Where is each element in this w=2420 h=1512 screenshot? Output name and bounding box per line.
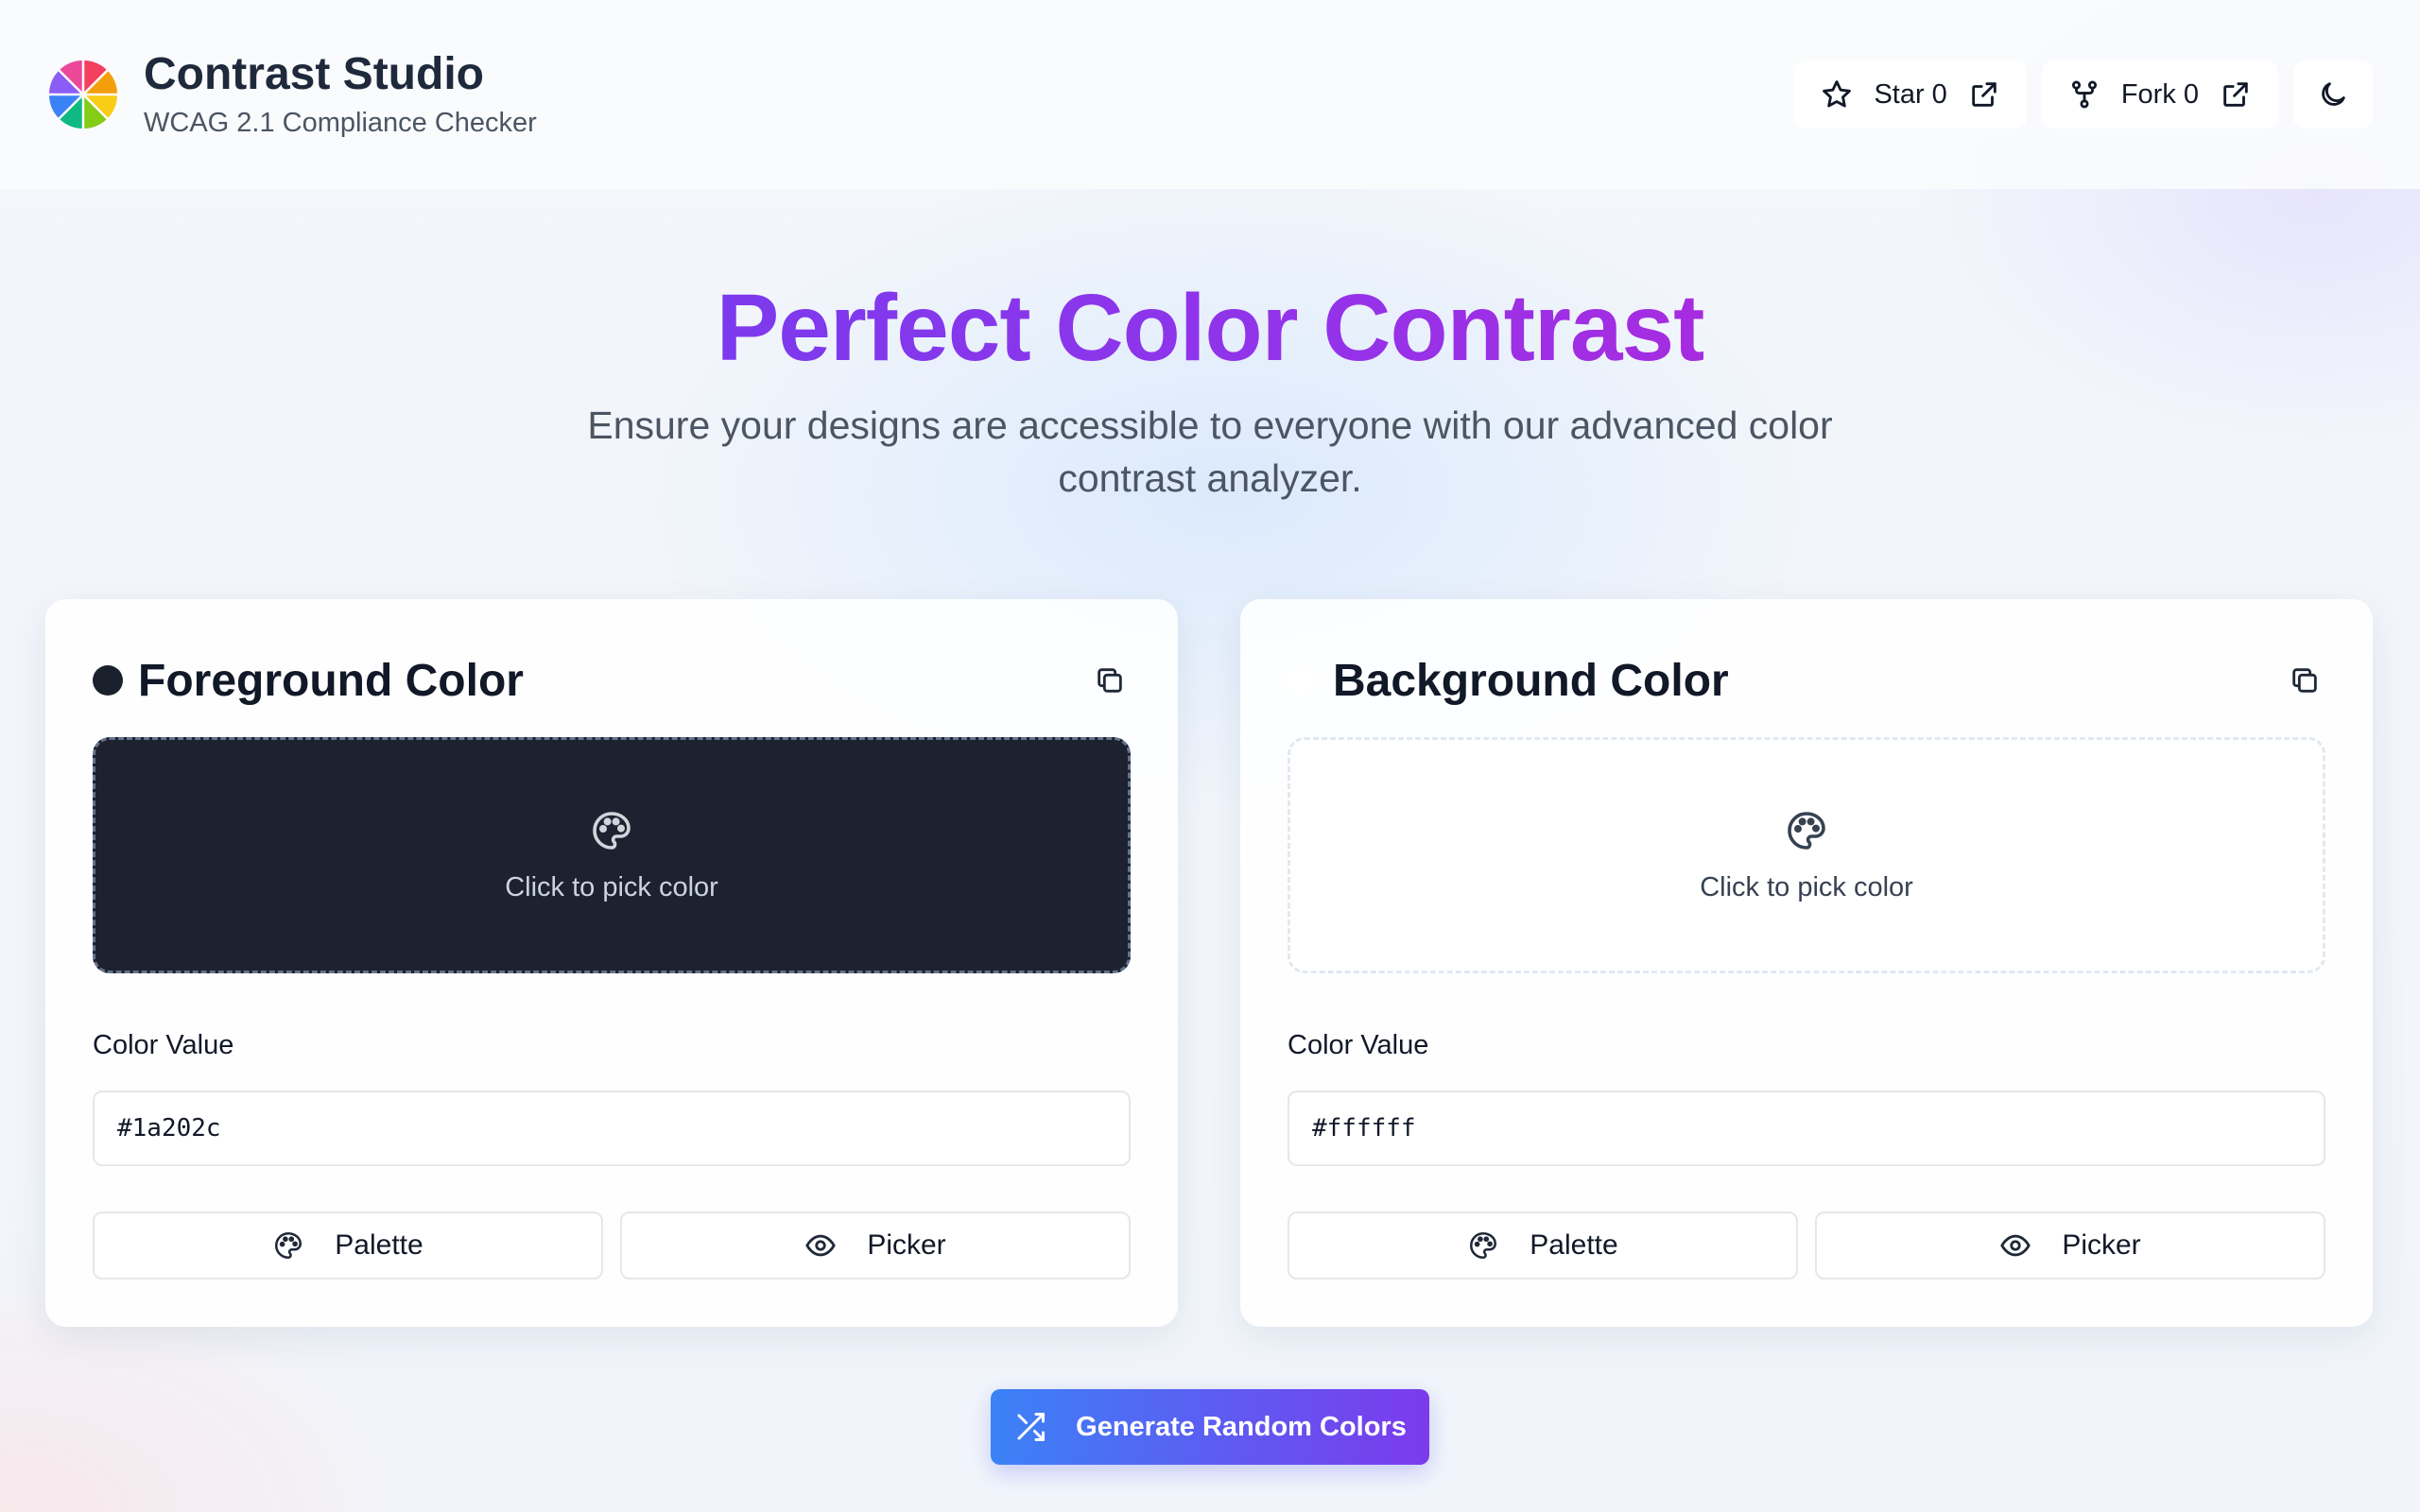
foreground-title: Foreground Color <box>138 655 524 706</box>
copy-foreground-button[interactable] <box>1089 660 1131 701</box>
app-subtitle: WCAG 2.1 Compliance Checker <box>144 107 537 138</box>
hero-subtitle: Ensure your designs are accessible to ev… <box>587 404 1833 500</box>
generate-random-colors-button[interactable]: Generate Random Colors <box>991 1389 1429 1465</box>
swatch-hint: Click to pick color <box>505 871 718 902</box>
palette-icon <box>275 1231 302 1260</box>
star-icon <box>1823 80 1852 108</box>
copy-background-button[interactable] <box>2284 660 2325 701</box>
foreground-card: Foreground Color Click to pick color Col… <box>45 599 1178 1327</box>
copy-icon <box>2292 668 2317 693</box>
foreground-palette-button[interactable]: Palette <box>93 1211 603 1280</box>
background-palette-button[interactable]: Palette <box>1288 1211 1798 1280</box>
git-fork-icon <box>2071 80 2097 109</box>
app-header: Contrast Studio WCAG 2.1 Compliance Chec… <box>0 0 2420 189</box>
eye-icon <box>2000 1234 2031 1257</box>
foreground-swatch[interactable]: Click to pick color <box>93 737 1131 973</box>
color-value-label: Color Value <box>93 1030 234 1060</box>
color-value-label: Color Value <box>1288 1030 1429 1060</box>
theme-toggle-button[interactable] <box>2293 60 2373 129</box>
card-header: Background Color <box>1288 650 2325 711</box>
palette-icon <box>1788 811 1825 850</box>
background-value-input[interactable] <box>1288 1091 2325 1166</box>
palette-label: Palette <box>1530 1229 1618 1261</box>
star-button[interactable]: Star 0 <box>1794 60 2027 129</box>
app-title: Contrast Studio <box>144 49 484 100</box>
foreground-color-dot <box>93 665 123 696</box>
color-wheel-icon <box>48 60 118 129</box>
background-card: Background Color Click to pick color Col… <box>1240 599 2373 1327</box>
external-link-icon <box>2223 82 2248 107</box>
copy-icon <box>1098 668 1122 693</box>
star-label: Star 0 <box>1874 78 1947 110</box>
palette-icon <box>593 811 631 850</box>
eye-icon <box>805 1234 837 1257</box>
card-header: Foreground Color <box>93 650 1131 711</box>
palette-icon <box>1470 1231 1497 1260</box>
picker-label: Picker <box>2062 1229 2141 1261</box>
palette-label: Palette <box>335 1229 424 1261</box>
header-actions: Star 0 Fork 0 <box>1794 60 2373 129</box>
fork-button[interactable]: Fork 0 <box>2041 60 2278 129</box>
generate-label: Generate Random Colors <box>1076 1411 1407 1442</box>
foreground-picker-button[interactable]: Picker <box>620 1211 1131 1280</box>
background-button-row: Palette Picker <box>1288 1211 2325 1280</box>
hero-title: Perfect Color Contrast <box>716 275 1705 381</box>
moon-icon <box>2322 82 2345 106</box>
external-link-icon <box>1972 82 1996 107</box>
shuffle-icon <box>1017 1413 1046 1441</box>
foreground-value-input[interactable] <box>93 1091 1131 1166</box>
swatch-hint: Click to pick color <box>1700 871 1913 902</box>
fork-label: Fork 0 <box>2120 78 2199 110</box>
background-picker-button[interactable]: Picker <box>1815 1211 2325 1280</box>
background-swatch[interactable]: Click to pick color <box>1288 737 2325 973</box>
background-title: Background Color <box>1333 655 1729 706</box>
background-color-dot <box>1288 665 1318 696</box>
picker-label: Picker <box>867 1229 946 1261</box>
brand: Contrast Studio WCAG 2.1 Compliance Chec… <box>144 49 537 139</box>
foreground-button-row: Palette Picker <box>93 1211 1131 1280</box>
